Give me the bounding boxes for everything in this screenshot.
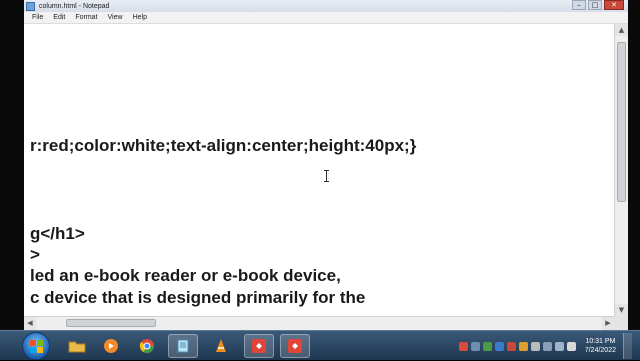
system-clock[interactable]: 10:31 PM 7/24/2022 <box>585 337 616 355</box>
left-screen-border <box>0 0 24 330</box>
taskbar-anydesk-button[interactable] <box>280 334 310 358</box>
clock-date: 7/24/2022 <box>584 347 616 354</box>
system-tray: 10:31 PM 7/24/2022 <box>458 331 632 361</box>
menu-help[interactable]: Help <box>131 14 149 21</box>
size-grip <box>614 316 628 330</box>
editor-line: c device that is designed primarily for … <box>30 288 366 307</box>
menu-view[interactable]: View <box>106 14 125 21</box>
horizontal-scroll-thumb[interactable] <box>66 319 156 327</box>
start-button[interactable] <box>22 332 50 360</box>
anydesk-icon <box>252 339 266 353</box>
scroll-right-icon[interactable]: ▶ <box>602 317 614 330</box>
close-button[interactable]: ✕ <box>604 0 624 10</box>
vertical-scrollbar[interactable]: ▲ ▼ <box>614 24 628 316</box>
window-controls: – □ ✕ <box>572 0 624 10</box>
taskbar-explorer-button[interactable] <box>62 334 92 358</box>
right-screen-border <box>628 0 640 330</box>
vlc-icon <box>216 339 226 352</box>
taskbar: 10:31 PM 7/24/2022 <box>0 330 640 360</box>
tray-app-icon[interactable] <box>530 341 540 351</box>
menu-bar: File Edit Format View Help <box>24 12 628 24</box>
text-editor-area[interactable]: r:red;color:white;text-align:center;heig… <box>24 24 614 316</box>
tray-app-icon[interactable] <box>494 341 504 351</box>
notepad-app-icon[interactable] <box>26 1 35 11</box>
anydesk-icon <box>288 339 302 353</box>
vertical-scroll-thumb[interactable] <box>617 42 626 202</box>
taskbar-chrome-button[interactable] <box>132 334 162 358</box>
show-desktop-button[interactable] <box>623 333 632 359</box>
clock-time: 10:31 PM <box>585 338 616 345</box>
tray-app-icon[interactable] <box>458 341 468 351</box>
minimize-button[interactable]: – <box>572 0 586 10</box>
editor-line: led an e-book reader or e-book device, <box>30 266 341 285</box>
tray-app-icon[interactable] <box>470 341 480 351</box>
title-bar[interactable]: column.html - Notepad – □ ✕ <box>24 0 628 12</box>
editor-line: g</h1> <box>30 224 85 243</box>
taskbar-vlc-button[interactable] <box>206 334 236 358</box>
menu-format[interactable]: Format <box>73 14 99 21</box>
editor-line: > <box>30 245 40 264</box>
chrome-icon <box>139 339 154 353</box>
menu-edit[interactable]: Edit <box>51 14 67 21</box>
maximize-button[interactable]: □ <box>588 0 602 10</box>
tray-app-icon[interactable] <box>518 341 528 351</box>
text-cursor-icon <box>324 170 329 182</box>
tray-app-icon[interactable] <box>482 341 492 351</box>
network-icon[interactable] <box>542 341 552 351</box>
taskbar-media-player-button[interactable] <box>96 334 126 358</box>
volume-icon[interactable] <box>554 341 564 351</box>
tray-app-icon[interactable] <box>506 341 516 351</box>
explorer-folder-icon <box>68 341 86 353</box>
horizontal-scrollbar[interactable]: ◀ ▶ <box>24 316 614 330</box>
scroll-left-icon[interactable]: ◀ <box>24 317 36 330</box>
taskbar-anydesk-button[interactable] <box>244 334 274 358</box>
editor-line: r:red;color:white;text-align:center;heig… <box>30 136 417 155</box>
notepad-window: column.html - Notepad – □ ✕ File Edit Fo… <box>24 0 628 330</box>
notepad-icon <box>177 339 189 353</box>
media-player-icon <box>104 339 118 353</box>
scroll-down-icon[interactable]: ▼ <box>615 304 628 316</box>
flag-icon[interactable] <box>566 341 576 351</box>
menu-file[interactable]: File <box>30 14 45 21</box>
taskbar-notepad-button[interactable] <box>168 334 198 358</box>
scroll-up-icon[interactable]: ▲ <box>615 24 628 36</box>
window-title: column.html - Notepad <box>39 2 110 10</box>
windows-logo-icon <box>30 340 43 353</box>
